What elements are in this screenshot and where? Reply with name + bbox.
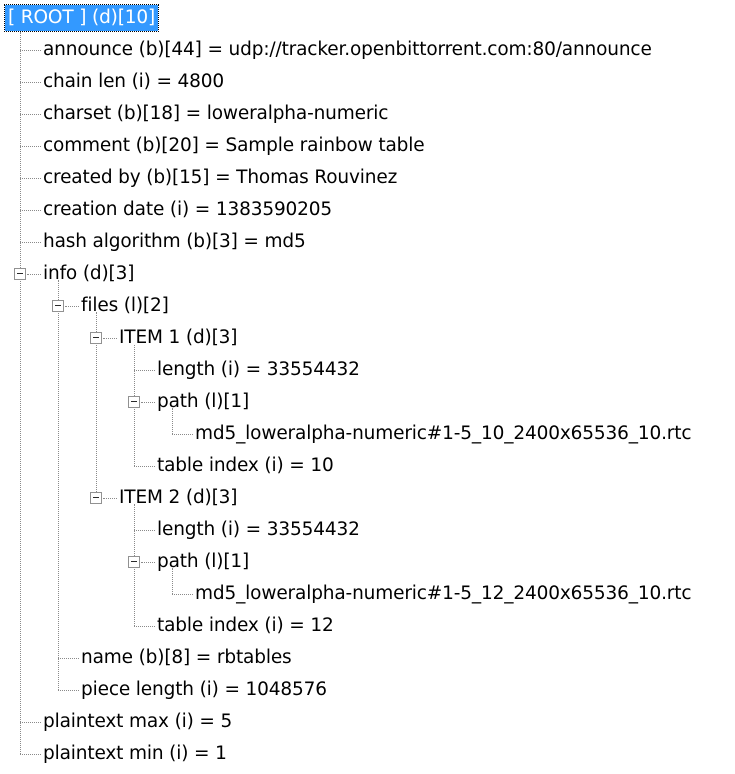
tree-node-item-2-table-index[interactable]: table index (i) = 12 (156, 610, 335, 642)
tree-node-label: plaintext min (i) = 1 (43, 743, 227, 764)
tree-node-label: [ ROOT ] (d)[10] (3, 4, 160, 32)
tree-node-label: length (i) = 33554432 (157, 519, 360, 540)
tree-line (134, 370, 155, 371)
tree-line (141, 402, 155, 403)
tree-node-item-1-length[interactable]: length (i) = 33554432 (156, 354, 361, 386)
tree-node-item-1-path[interactable]: path (l)[1] (156, 386, 250, 418)
tree-node-files[interactable]: files (l)[2] (80, 290, 170, 322)
tree-node-item-2-length[interactable]: length (i) = 33554432 (156, 514, 361, 546)
tree-node-charset[interactable]: charset (b)[18] = loweralpha-numeric (42, 98, 389, 130)
collapse-icon[interactable] (52, 300, 64, 312)
tree-node-label: table index (i) = 10 (157, 455, 334, 476)
tree-node-label: table index (i) = 12 (157, 615, 334, 636)
collapse-icon[interactable] (90, 332, 102, 344)
tree-line (20, 242, 41, 243)
tree-node-item-1-table-index[interactable]: table index (i) = 10 (156, 450, 335, 482)
tree-node-comment[interactable]: comment (b)[20] = Sample rainbow table (42, 130, 425, 162)
tree-line (134, 626, 155, 627)
tree-node-name[interactable]: name (b)[8] = rbtables (80, 642, 293, 674)
tree-line (65, 306, 79, 307)
tree-line (20, 50, 41, 51)
tree-node-label: info (d)[3] (43, 263, 135, 284)
tree-node-label: ITEM 2 (d)[3] (119, 487, 238, 508)
tree-line (58, 658, 79, 659)
tree-line (20, 178, 41, 179)
tree-line (172, 594, 193, 595)
tree-line (58, 280, 59, 690)
tree-node-plaintext-max[interactable]: plaintext max (i) = 5 (42, 706, 233, 738)
tree-line (103, 498, 117, 499)
tree-node-created-by[interactable]: created by (b)[15] = Thomas Rouvinez (42, 162, 398, 194)
tree-node-label: path (l)[1] (157, 391, 250, 412)
collapse-icon[interactable] (14, 268, 26, 280)
tree-line (20, 722, 41, 723)
tree-node-item-1-path-value[interactable]: md5_loweralpha-numeric#1-5_10_2400x65536… (194, 418, 692, 450)
collapse-icon[interactable] (128, 556, 140, 568)
tree-line (20, 210, 41, 211)
tree-line (103, 338, 117, 339)
tree-node-creation-date[interactable]: creation date (i) = 1383590205 (42, 194, 333, 226)
tree-node-label: charset (b)[18] = loweralpha-numeric (43, 103, 389, 124)
tree-node-label: chain len (i) = 4800 (43, 71, 225, 92)
collapse-icon[interactable] (128, 396, 140, 408)
tree-node-label: files (l)[2] (81, 295, 169, 316)
tree-node-label: announce (b)[44] = udp://tracker.openbit… (43, 39, 652, 60)
tree-node-root[interactable]: [ ROOT ] (d)[10] (3, 2, 160, 34)
tree-node-announce[interactable]: announce (b)[44] = udp://tracker.openbit… (42, 34, 653, 66)
tree-node-label: creation date (i) = 1383590205 (43, 199, 333, 220)
collapse-icon[interactable] (90, 492, 102, 504)
tree-line (20, 754, 41, 755)
tree-line (58, 690, 79, 691)
tree-line (20, 114, 41, 115)
tree-node-chain-len[interactable]: chain len (i) = 4800 (42, 66, 225, 98)
tree-line (20, 32, 21, 754)
tree-line (27, 274, 41, 275)
tree-node-label: ITEM 1 (d)[3] (119, 327, 238, 348)
tree-node-label: path (l)[1] (157, 551, 250, 572)
tree-node-label: piece length (i) = 1048576 (81, 679, 327, 700)
tree-node-item-2-path-value[interactable]: md5_loweralpha-numeric#1-5_12_2400x65536… (194, 578, 692, 610)
tree-node-item-2[interactable]: ITEM 2 (d)[3] (118, 482, 238, 514)
tree-node-label: md5_loweralpha-numeric#1-5_12_2400x65536… (195, 583, 692, 604)
tree-node-hash-algorithm[interactable]: hash algorithm (b)[3] = md5 (42, 226, 307, 258)
tree-line (172, 434, 193, 435)
tree-node-label: length (i) = 33554432 (157, 359, 360, 380)
tree-node-piece-length[interactable]: piece length (i) = 1048576 (80, 674, 328, 706)
tree-node-plaintext-min[interactable]: plaintext min (i) = 1 (42, 738, 228, 770)
tree-line (20, 146, 41, 147)
tree-line (134, 466, 155, 467)
tree-node-label: md5_loweralpha-numeric#1-5_10_2400x65536… (195, 423, 692, 444)
torrent-tree-view[interactable]: [ ROOT ] (d)[10] announce (b)[44] = udp:… (0, 0, 735, 774)
tree-line (20, 82, 41, 83)
tree-node-info[interactable]: info (d)[3] (42, 258, 135, 290)
tree-node-item-1[interactable]: ITEM 1 (d)[3] (118, 322, 238, 354)
tree-node-item-2-path[interactable]: path (l)[1] (156, 546, 250, 578)
tree-node-label: name (b)[8] = rbtables (81, 647, 292, 668)
tree-line (141, 562, 155, 563)
tree-node-label: hash algorithm (b)[3] = md5 (43, 231, 306, 252)
tree-node-label: comment (b)[20] = Sample rainbow table (43, 135, 425, 156)
tree-node-label: created by (b)[15] = Thomas Rouvinez (43, 167, 398, 188)
tree-node-label: plaintext max (i) = 5 (43, 711, 233, 732)
tree-line (134, 530, 155, 531)
